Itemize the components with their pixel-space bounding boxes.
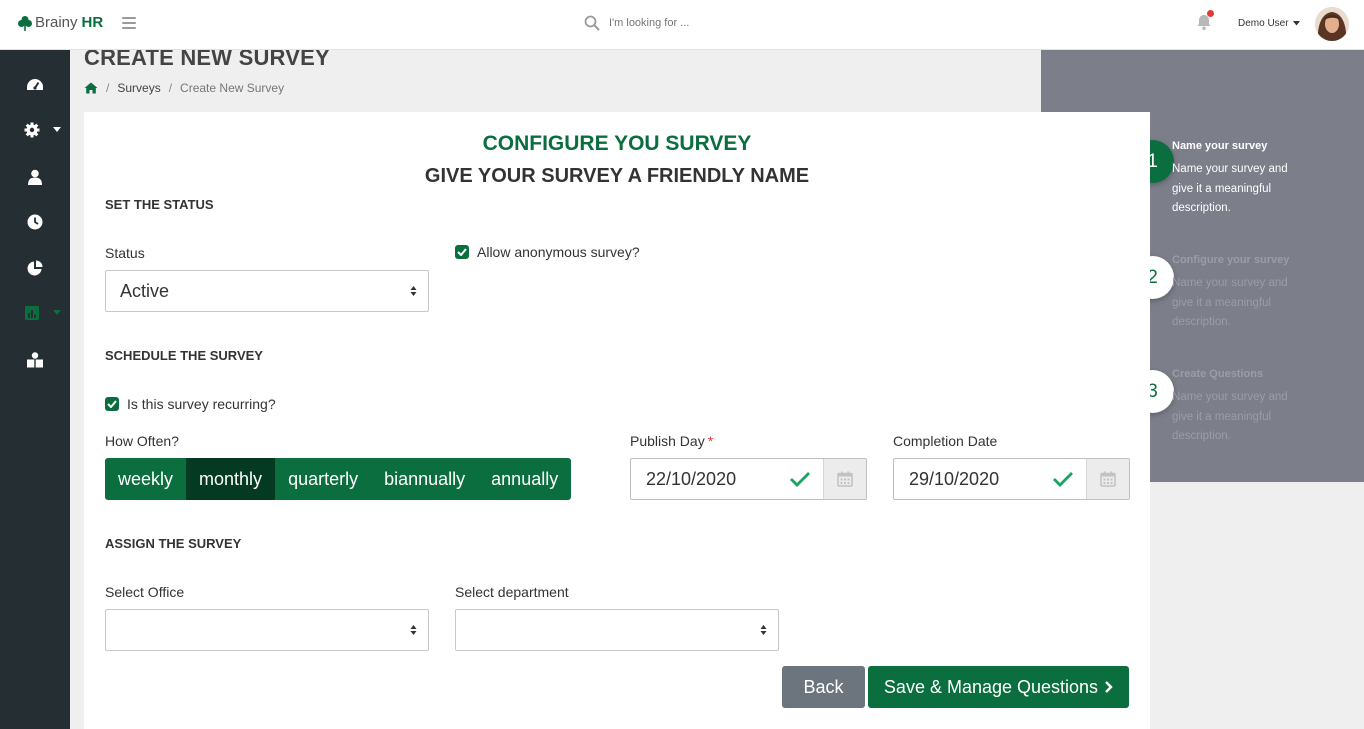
step-title: Create Questions: [1172, 368, 1264, 380]
avatar[interactable]: [1315, 7, 1349, 41]
completion-date-label: Completion Date: [893, 433, 998, 449]
user-name: Demo User: [1238, 18, 1289, 29]
recurring-checkbox-row: Is this survey recurring?: [105, 396, 276, 412]
department-select[interactable]: [455, 609, 779, 651]
notification-badge: [1207, 10, 1214, 17]
status-label: Status: [105, 245, 145, 261]
chevron-down-icon: [1293, 20, 1301, 26]
anonymous-checkbox[interactable]: [455, 245, 469, 259]
bar-chart-icon: [25, 306, 39, 320]
card-heading: CONFIGURE YOU SURVEY: [482, 132, 752, 155]
frequency-annually-button[interactable]: annually: [478, 458, 571, 500]
search-input[interactable]: [609, 17, 769, 29]
calendar-icon: [1100, 471, 1116, 487]
chevron-down-icon: [53, 127, 61, 132]
sidebar-item-employees[interactable]: [0, 162, 70, 192]
status-select[interactable]: Active: [105, 270, 429, 312]
chevron-right-icon: [1105, 681, 1113, 693]
sidebar-item-attendance[interactable]: [0, 207, 70, 237]
status-select-value: Active: [120, 280, 170, 301]
brand-suffix: HR: [81, 14, 104, 31]
step-title: Name your survey: [1172, 140, 1268, 152]
step-description: Name your survey and give it a meaningfu…: [1172, 391, 1288, 442]
assign-section-title: ASSIGN THE SURVEY: [105, 536, 242, 551]
publish-day-label: Publish Day *: [630, 433, 713, 449]
sidebar: [0, 50, 70, 729]
top-bar: Brainy HR Demo User: [0, 0, 1364, 50]
status-section-title: SET THE STATUS: [105, 197, 214, 212]
anonymous-checkbox-row: Allow anonymous survey?: [455, 244, 640, 260]
frequency-selector: weekly monthly quarterly biannually annu…: [105, 458, 572, 500]
sidebar-item-settings[interactable]: [0, 115, 70, 145]
back-button[interactable]: Back: [782, 666, 865, 708]
publish-day-label-text: Publish Day: [630, 433, 705, 449]
step-description: Name your survey and give it a meaningfu…: [1172, 277, 1288, 328]
department-label: Select department: [455, 584, 569, 600]
brand-name: Brainy: [35, 14, 78, 31]
save-button-label: Save & Manage Questions: [883, 676, 1099, 697]
checkmark-icon: [457, 248, 467, 256]
publish-day-value: 22/10/2020: [646, 468, 737, 489]
step-description: Name your survey and give it a meaningfu…: [1172, 163, 1288, 214]
schedule-section-title: SCHEDULE THE SURVEY: [105, 348, 263, 363]
home-icon[interactable]: [84, 82, 98, 94]
recurring-label: Is this survey recurring?: [127, 396, 276, 412]
settings-icon: [24, 122, 40, 138]
recurring-checkbox[interactable]: [105, 397, 119, 411]
how-often-label: How Often?: [105, 433, 179, 449]
frequency-weekly-button[interactable]: weekly: [105, 458, 186, 500]
select-arrows-icon: [410, 625, 417, 635]
frequency-monthly-button[interactable]: monthly: [186, 458, 276, 500]
survey-form-card: CONFIGURE YOU SURVEY GIVE YOUR SURVEY A …: [84, 112, 1150, 729]
calendar-button[interactable]: [823, 459, 866, 499]
pie-chart-icon: [27, 260, 43, 276]
calendar-button[interactable]: [1086, 459, 1129, 499]
card-subheading: GIVE YOUR SURVEY A FRIENDLY NAME: [424, 165, 810, 187]
sidebar-item-dashboard[interactable]: [0, 70, 70, 100]
breadcrumb-surveys-link[interactable]: Surveys: [117, 81, 160, 95]
breadcrumb: / Surveys / Create New Survey: [84, 81, 284, 95]
office-label: Select Office: [105, 584, 185, 600]
select-arrows-icon: [760, 625, 767, 635]
breadcrumb-separator: /: [106, 81, 110, 95]
notifications-button[interactable]: [1196, 10, 1214, 31]
valid-check-icon: [790, 472, 810, 487]
completion-date-field[interactable]: 29/10/2020: [893, 458, 1130, 500]
clock-icon: [27, 214, 43, 230]
clover-logo-icon: [18, 15, 32, 31]
sidebar-item-surveys[interactable]: [0, 298, 70, 328]
search-icon[interactable]: [584, 15, 600, 31]
user-icon: [28, 169, 42, 185]
step-title: Configure your survey: [1172, 254, 1290, 266]
required-mark: *: [707, 433, 714, 449]
select-arrows-icon: [410, 286, 417, 296]
frequency-biannually-button[interactable]: biannually: [371, 458, 478, 500]
dashboard-icon: [27, 79, 43, 90]
breadcrumb-current: Create New Survey: [180, 81, 285, 95]
office-select[interactable]: [105, 609, 429, 651]
sidebar-item-teams[interactable]: [0, 345, 70, 375]
valid-check-icon: [1053, 472, 1073, 487]
save-manage-questions-button[interactable]: Save & Manage Questions: [868, 666, 1129, 708]
sidebar-item-reports[interactable]: [0, 253, 70, 283]
avatar-image-icon: [1315, 7, 1349, 41]
calendar-icon: [837, 471, 853, 487]
checkmark-icon: [107, 400, 117, 408]
user-menu[interactable]: Demo User: [1238, 18, 1301, 29]
chevron-down-icon: [53, 310, 61, 315]
brand-logo[interactable]: Brainy HR: [17, 14, 103, 31]
anonymous-label: Allow anonymous survey?: [477, 244, 640, 260]
search-bar: [584, 15, 769, 31]
breadcrumb-separator: /: [168, 81, 173, 95]
menu-toggle-icon[interactable]: [122, 17, 136, 29]
publish-day-field[interactable]: 22/10/2020: [630, 458, 867, 500]
completion-date-value: 29/10/2020: [909, 468, 1000, 489]
team-icon: [27, 352, 43, 368]
frequency-quarterly-button[interactable]: quarterly: [275, 458, 371, 500]
